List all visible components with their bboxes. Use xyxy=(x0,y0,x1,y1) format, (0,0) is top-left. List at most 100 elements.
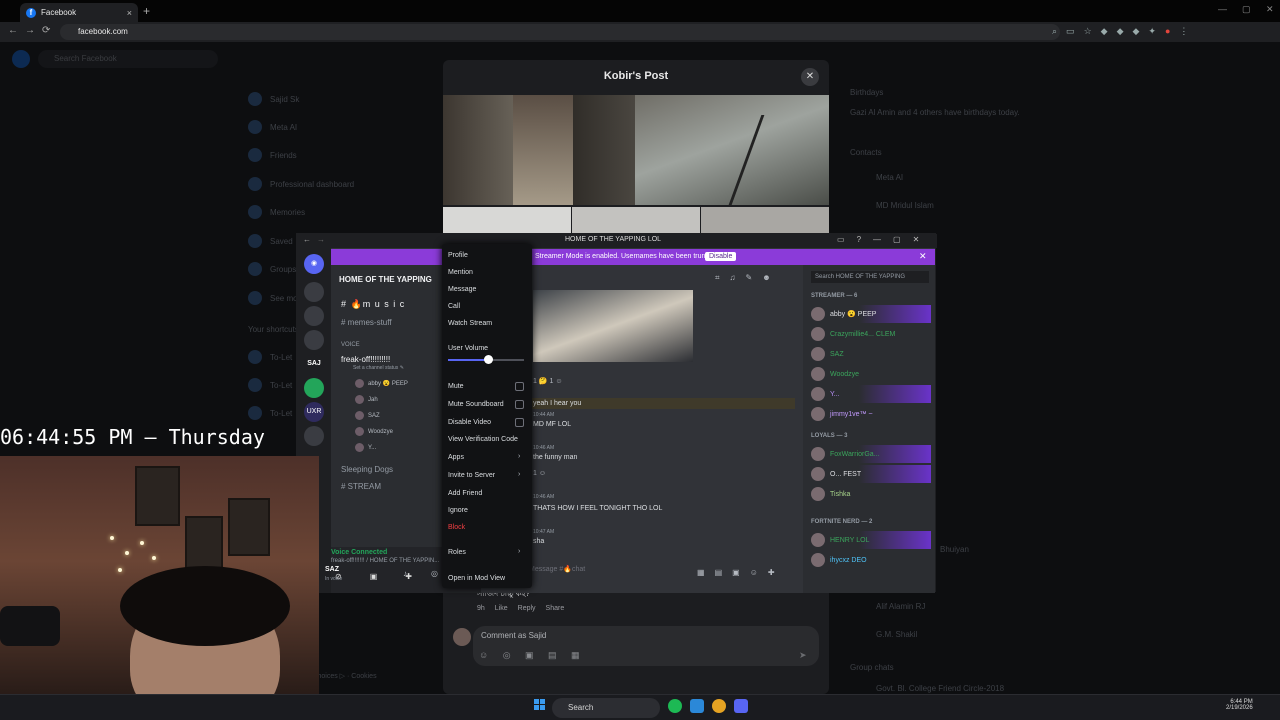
profile-avatar[interactable]: ● xyxy=(1165,26,1170,37)
voice-user[interactable]: Jah xyxy=(355,395,378,404)
menu-item-mute[interactable]: Mute xyxy=(448,383,464,390)
reaction-bar[interactable]: 1 🤔 1 ☺ xyxy=(533,377,562,385)
maximize-icon[interactable]: ▢ xyxy=(893,235,901,244)
voice-user[interactable]: Y... xyxy=(355,443,376,452)
menu-item-apps[interactable]: Apps xyxy=(448,454,464,461)
chat-header-icons[interactable]: ⌗ ♫ ✎ ☻ xyxy=(715,273,771,283)
sidebar-item-meta-ai[interactable]: Meta AI xyxy=(248,120,297,134)
cast-icon[interactable]: ▭ xyxy=(1066,26,1075,37)
server-icon[interactable] xyxy=(304,330,324,350)
post-photo[interactable] xyxy=(635,95,829,205)
facebook-logo-icon[interactable] xyxy=(12,50,30,68)
close-icon[interactable]: ✕ xyxy=(913,235,920,244)
star-icon[interactable]: ☆ xyxy=(1084,26,1092,37)
mute-soundboard-checkbox[interactable] xyxy=(515,400,524,409)
voice-channel-sleeping-dogs[interactable]: Sleeping Dogs xyxy=(341,465,393,474)
search-icon[interactable]: ⌕ xyxy=(1052,26,1057,37)
contact-item[interactable]: Alif Alamin RJ xyxy=(876,602,925,611)
sticker-icon[interactable]: ▣ xyxy=(732,568,740,577)
file-explorer-icon[interactable] xyxy=(690,699,704,713)
voice-user[interactable]: SAZ xyxy=(355,411,380,420)
member-item[interactable]: abby 😮 PEEP xyxy=(811,305,931,323)
voice-category[interactable]: VOICE xyxy=(341,342,360,348)
menu-item-profile[interactable]: Profile xyxy=(448,252,468,259)
voice-channel-freak-off[interactable]: freak-off!!!!!!!!! xyxy=(341,355,390,364)
menu-item-mod-view[interactable]: Open in Mod View xyxy=(448,575,505,582)
taskbar-clock[interactable]: 6:44 PM 2/19/2026 xyxy=(1226,699,1253,711)
menu-item-mention[interactable]: Mention xyxy=(448,269,473,276)
member-item[interactable]: Crazymillie4... CLEM xyxy=(811,325,931,343)
server-icon[interactable] xyxy=(304,426,324,446)
group-chat-item[interactable]: Govt. Bl. College Friend Circle-2018 xyxy=(876,684,1004,693)
member-item[interactable]: SAZ xyxy=(811,345,931,363)
extension-icon[interactable]: ◆ xyxy=(1117,26,1124,37)
member-item[interactable]: jimmy1ve™ ~ xyxy=(811,405,931,423)
member-item[interactable]: Woodzye xyxy=(811,365,931,383)
facebook-search-input[interactable]: Search Facebook xyxy=(38,50,218,68)
spotify-icon[interactable] xyxy=(668,699,682,713)
puzzle-icon[interactable]: ✦ xyxy=(1148,26,1156,37)
user-name[interactable]: SAZ xyxy=(325,566,339,573)
voice-user[interactable]: Woodzye xyxy=(355,427,393,436)
reaction-bar[interactable]: 1 ☺ xyxy=(533,470,546,477)
gif-icon[interactable]: ▤ xyxy=(715,568,723,577)
member-item[interactable]: Tishka xyxy=(811,485,931,503)
shortcut-item[interactable]: To-Let xyxy=(248,406,292,420)
menu-item-watch-stream[interactable]: Watch Stream xyxy=(448,320,492,327)
address-bar[interactable]: facebook.com xyxy=(60,24,1060,40)
member-item[interactable]: Y... xyxy=(811,385,931,403)
forward-icon[interactable]: → xyxy=(317,235,325,244)
channel-music[interactable]: # 🔥m u s i c xyxy=(341,299,405,310)
taskbar-search[interactable]: Search xyxy=(552,698,660,718)
member-item[interactable]: ihycxz DEO xyxy=(811,551,931,569)
mute-checkbox[interactable] xyxy=(515,382,524,391)
menu-item-block[interactable]: Block xyxy=(448,524,465,531)
menu-item-ignore[interactable]: Ignore xyxy=(448,507,468,514)
sidebar-item-groups[interactable]: Groups xyxy=(248,262,296,276)
menu-item-verification-code[interactable]: View Verification Code xyxy=(448,436,518,443)
members-icon[interactable]: ☻ xyxy=(762,273,770,283)
contact-item[interactable]: G.M. Shakil xyxy=(876,630,917,639)
server-icon[interactable] xyxy=(304,282,324,302)
contact-item[interactable]: Bhuiyan xyxy=(940,545,969,554)
minimize-button[interactable]: — xyxy=(1218,4,1227,14)
post-photo[interactable] xyxy=(572,207,700,233)
member-item[interactable]: HENRY LOL xyxy=(811,531,931,549)
send-icon[interactable]: ➤ xyxy=(799,650,807,661)
voice-connected-label[interactable]: Voice Connected xyxy=(331,549,387,556)
server-icon[interactable]: SAJ xyxy=(304,354,324,374)
close-window-button[interactable]: ✕ xyxy=(1266,4,1274,15)
sidebar-item-saved[interactable]: Saved xyxy=(248,234,293,248)
extension-icon[interactable]: ◆ xyxy=(1132,26,1139,37)
menu-item-call[interactable]: Call xyxy=(448,303,460,310)
sidebar-item-profile[interactable]: Sajid Sk xyxy=(248,92,299,106)
menu-item-invite[interactable]: Invite to Server xyxy=(448,472,495,479)
sidebar-item-memories[interactable]: Memories xyxy=(248,205,305,219)
server-name[interactable]: HOME OF THE YAPPING xyxy=(339,275,432,284)
server-icon[interactable]: UXR xyxy=(304,402,324,422)
post-photo[interactable] xyxy=(701,207,829,233)
channel-stream[interactable]: # STREAM xyxy=(341,482,381,491)
menu-item-message[interactable]: Message xyxy=(448,286,476,293)
comment-input[interactable]: Comment as Sajid ☺ ◎ ▣ ▤ ▦ ➤ xyxy=(473,626,819,666)
menu-item-mute-soundboard[interactable]: Mute Soundboard xyxy=(448,401,504,408)
sidebar-item-friends[interactable]: Friends xyxy=(248,148,297,162)
windows-start-icon[interactable] xyxy=(534,699,546,711)
apps-icon[interactable]: ✚ xyxy=(768,568,775,577)
sidebar-item-dashboard[interactable]: Professional dashboard xyxy=(248,177,354,191)
volume-slider-handle[interactable] xyxy=(484,355,494,364)
bell-icon[interactable]: ♫ xyxy=(730,273,736,283)
close-icon[interactable]: ✕ xyxy=(801,68,819,86)
maximize-button[interactable]: ▢ xyxy=(1242,4,1251,15)
voice-user[interactable]: abby 😮 PEEP xyxy=(355,379,408,388)
reply-link[interactable]: Reply xyxy=(518,605,536,612)
close-icon[interactable]: ✕ xyxy=(919,251,927,262)
like-link[interactable]: Like xyxy=(495,605,508,612)
menu-item-disable-video[interactable]: Disable Video xyxy=(448,419,491,426)
minimize-icon[interactable]: — xyxy=(873,235,881,244)
post-photo[interactable] xyxy=(443,207,571,233)
channel-status[interactable]: Set a channel status ✎ xyxy=(353,365,404,371)
back-icon[interactable]: ← xyxy=(303,235,311,244)
menu-icon[interactable]: ⋮ xyxy=(1179,26,1188,37)
chat-image[interactable] xyxy=(533,290,693,362)
